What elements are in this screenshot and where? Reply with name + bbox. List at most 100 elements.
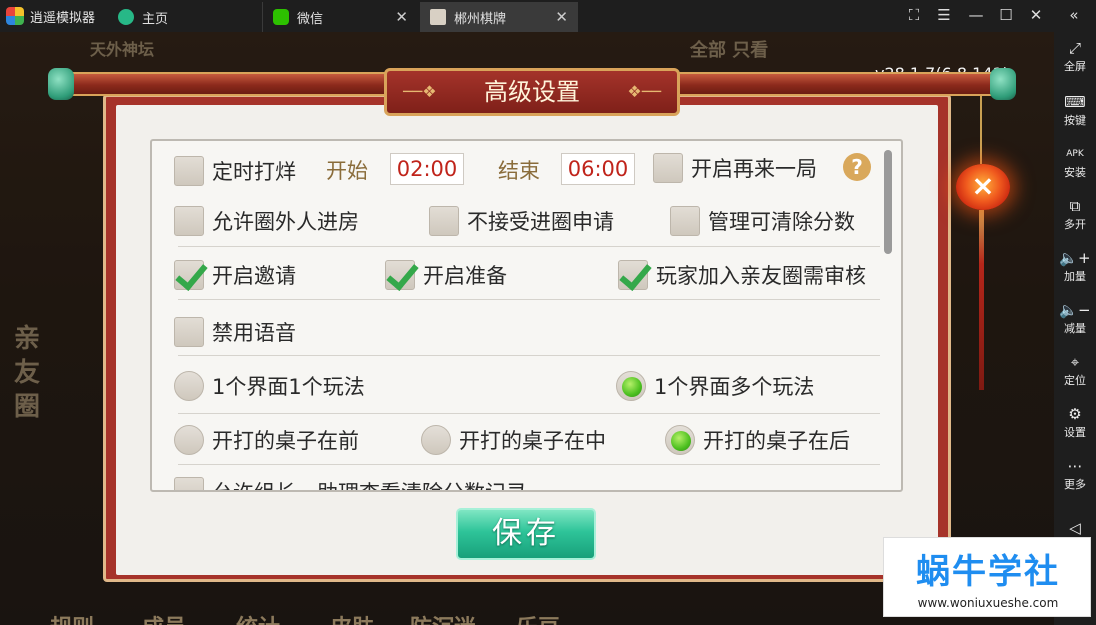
sidebar-item-label: 减量 xyxy=(1064,322,1086,335)
close-window-icon[interactable]: ✕ xyxy=(1026,6,1046,24)
tab-game-label: 郴州棋牌 xyxy=(454,11,507,27)
screenshot-icon[interactable]: ⛶ xyxy=(904,6,924,24)
bottom-nav-rules[interactable]: 规则 xyxy=(50,610,94,625)
title-ornament-right: ❖── xyxy=(627,82,661,101)
layout-multi-option[interactable]: 1个界面多个玩法 xyxy=(616,369,814,403)
invite-label: 开启邀请 xyxy=(212,264,296,288)
allow-outsiders-checkbox[interactable] xyxy=(174,206,204,236)
table-order-middle-option[interactable]: 开打的桌子在中 xyxy=(421,423,606,457)
sidebar-item-install[interactable]: APK 安装 xyxy=(1054,144,1096,180)
sidebar-item-settings[interactable]: ⚙ 设置 xyxy=(1054,404,1096,440)
ready-checkbox[interactable] xyxy=(385,260,415,290)
timer-start-input[interactable]: 02:00 xyxy=(390,153,464,185)
help-icon[interactable]: ? xyxy=(843,153,871,181)
background-filter: 全部 只看 xyxy=(690,40,769,61)
table-order-middle-label: 开打的桌子在中 xyxy=(459,429,606,453)
emulator-app-name: 逍遥模拟器 xyxy=(30,10,96,26)
menu-icon[interactable]: ☰ xyxy=(934,6,954,24)
emulator-logo-icon xyxy=(6,7,24,25)
tab-game[interactable]: 郴州棋牌 ✕ xyxy=(420,2,578,32)
settings-list-scrollbar[interactable] xyxy=(884,150,892,254)
admin-clear-option[interactable]: 管理可清除分数 xyxy=(670,204,855,238)
layout-single-option[interactable]: 1个界面1个玩法 xyxy=(174,369,365,403)
reject-join-option[interactable]: 不接受进圈申请 xyxy=(429,204,614,238)
allow-outsiders-option[interactable]: 允许圈外人进房 xyxy=(174,204,359,238)
leader-view-label: 允许组长、助理查看清除分数记录 xyxy=(212,477,527,490)
sidebar-item-volume-up[interactable]: 🔈+ 加量 xyxy=(1054,248,1096,284)
watermark-brand: 蜗牛学社 xyxy=(916,552,1060,592)
more-icon: ⋯ xyxy=(1067,457,1083,475)
admin-clear-checkbox[interactable] xyxy=(670,206,700,236)
gear-icon: ⚙ xyxy=(1068,405,1082,423)
sidebar-item-label: 按键 xyxy=(1064,114,1086,127)
timer-end-label: 结束 xyxy=(498,159,540,183)
location-icon: ⌖ xyxy=(1070,353,1080,371)
bottom-nav-members[interactable]: 成员 xyxy=(142,610,186,625)
maximize-icon[interactable]: ☐ xyxy=(996,6,1016,24)
sidebar-item-fullscreen[interactable]: ⤢ 全屏 xyxy=(1054,38,1096,74)
bottom-nav-skin[interactable]: 皮肤 xyxy=(330,610,374,625)
bottom-nav-beans[interactable]: 乐豆 xyxy=(516,610,560,625)
bottom-nav-anti-addiction[interactable]: 防沉迷 xyxy=(410,610,476,625)
table-order-front-label: 开打的桌子在前 xyxy=(212,429,359,453)
reject-join-label: 不接受进圈申请 xyxy=(467,210,614,234)
allow-outsiders-label: 允许圈外人进房 xyxy=(212,210,359,234)
invite-option[interactable]: 开启邀请 xyxy=(174,258,296,292)
sidebar-item-location[interactable]: ⌖ 定位 xyxy=(1054,352,1096,388)
close-dialog-button[interactable]: × xyxy=(956,164,1010,210)
volume-down-icon: 🔈− xyxy=(1059,301,1091,319)
layout-single-radio[interactable] xyxy=(174,371,204,401)
sidebar-item-label: 全屏 xyxy=(1064,60,1086,73)
leader-view-checkbox[interactable] xyxy=(174,477,204,490)
timer-end-input[interactable]: 06:00 xyxy=(561,153,635,185)
timer-label: 定时打烊 xyxy=(212,160,296,184)
mute-voice-option[interactable]: 禁用语音 xyxy=(174,315,296,349)
mute-voice-checkbox[interactable] xyxy=(174,317,204,347)
mahjong-icon xyxy=(430,9,446,25)
save-button[interactable]: 保存 xyxy=(456,508,596,560)
join-review-checkbox[interactable] xyxy=(618,260,648,290)
sidebar-item-back[interactable]: ◁ xyxy=(1054,518,1096,538)
watermark: 蜗牛学社 www.woniuxueshe.com xyxy=(883,537,1091,617)
background-side-tab: 亲友圈 xyxy=(14,324,41,422)
sidebar-item-keyboard[interactable]: ⌨ 按键 xyxy=(1054,92,1096,128)
collapse-sidebar-icon[interactable]: « xyxy=(1064,6,1084,24)
tab-game-close-icon[interactable]: ✕ xyxy=(555,8,568,26)
tab-home[interactable]: 主页 xyxy=(108,2,260,32)
lantern-tassel xyxy=(979,210,984,390)
sidebar-item-multi-instance[interactable]: ⧉ 多开 xyxy=(1054,196,1096,232)
sidebar-item-label: 定位 xyxy=(1064,374,1086,387)
sidebar-item-label: 设置 xyxy=(1064,426,1086,439)
timer-checkbox[interactable] xyxy=(174,156,204,186)
layout-multi-radio[interactable] xyxy=(616,371,646,401)
tab-wechat[interactable]: 微信 ✕ xyxy=(262,2,418,32)
sidebar-item-label: 多开 xyxy=(1064,218,1086,231)
table-order-front-radio[interactable] xyxy=(174,425,204,455)
table-order-front-option[interactable]: 开打的桌子在前 xyxy=(174,423,359,457)
row-divider xyxy=(178,413,880,414)
leader-view-option[interactable]: 允许组长、助理查看清除分数记录 xyxy=(174,475,527,490)
row-divider xyxy=(178,299,880,300)
timer-start-label: 开始 xyxy=(326,159,368,183)
replay-option[interactable]: 开启再来一局 xyxy=(653,151,817,185)
bottom-nav-stats[interactable]: 统计 xyxy=(236,610,280,625)
sidebar-item-label: 安装 xyxy=(1064,166,1086,179)
table-order-back-option[interactable]: 开打的桌子在后 xyxy=(665,423,850,457)
tab-wechat-close-icon[interactable]: ✕ xyxy=(395,8,408,26)
timer-option[interactable]: 定时打烊 xyxy=(174,154,296,188)
ready-option[interactable]: 开启准备 xyxy=(385,258,507,292)
sidebar-item-more[interactable]: ⋯ 更多 xyxy=(1054,456,1096,492)
replay-checkbox[interactable] xyxy=(653,153,683,183)
table-order-middle-radio[interactable] xyxy=(421,425,451,455)
tab-home-label: 主页 xyxy=(142,11,169,27)
reject-join-checkbox[interactable] xyxy=(429,206,459,236)
join-review-option[interactable]: 玩家加入亲友圈需审核 xyxy=(618,258,866,292)
invite-checkbox[interactable] xyxy=(174,260,204,290)
tab-wechat-label: 微信 xyxy=(297,11,324,27)
row-divider xyxy=(178,464,880,465)
multi-instance-icon: ⧉ xyxy=(1069,197,1081,215)
sidebar-item-volume-down[interactable]: 🔈− 减量 xyxy=(1054,300,1096,336)
table-order-back-radio[interactable] xyxy=(665,425,695,455)
background-club-name: 天外神坛 xyxy=(90,40,155,59)
minimize-icon[interactable]: — xyxy=(966,6,986,24)
